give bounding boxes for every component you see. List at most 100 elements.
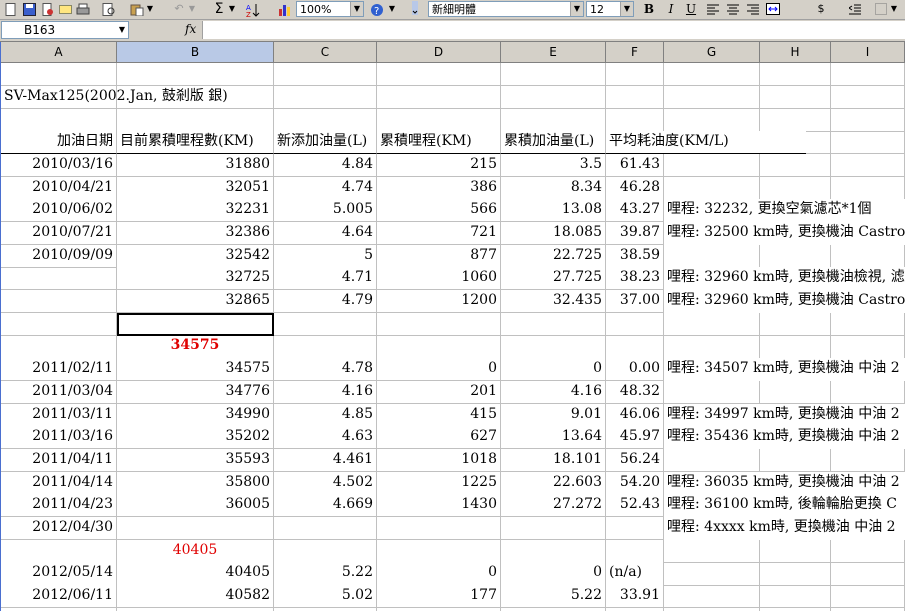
- decrease-indent-icon[interactable]: [846, 1, 864, 17]
- grid-cell[interactable]: [760, 85, 831, 109]
- grid-cell[interactable]: [606, 335, 664, 359]
- cell-km[interactable]: 1060: [377, 267, 501, 291]
- grid-cell[interactable]: [760, 153, 831, 177]
- cell-fuel[interactable]: 22.603: [501, 471, 606, 495]
- grid-cell[interactable]: [664, 85, 760, 109]
- cell-avg[interactable]: 52.43: [606, 494, 664, 518]
- grid-cell[interactable]: [760, 585, 831, 609]
- italic-button[interactable]: I: [662, 1, 680, 17]
- grid-cell[interactable]: [606, 85, 664, 109]
- cell-fuel[interactable]: 4.16: [501, 380, 606, 404]
- grid-cell[interactable]: [664, 176, 760, 200]
- grid-cell[interactable]: [831, 108, 905, 132]
- cell-date[interactable]: 2011/02/11: [1, 358, 117, 382]
- font-name-dropdown-icon[interactable]: ▼: [570, 2, 583, 16]
- cell-avg[interactable]: 33.91: [606, 585, 664, 609]
- column-title[interactable]: 累積加油量(L): [501, 131, 606, 155]
- cell-km[interactable]: 386: [377, 176, 501, 200]
- grid-cell[interactable]: [1, 63, 117, 87]
- align-center-icon[interactable]: [724, 1, 742, 17]
- cell-km[interactable]: 877: [377, 244, 501, 268]
- grid-cell[interactable]: [606, 539, 664, 563]
- grid-cell[interactable]: [1, 539, 117, 563]
- maintenance-note[interactable]: 哩程: 4xxxx km時, 更換機油 中油 2: [664, 517, 905, 541]
- font-size-dropdown-icon[interactable]: ▼: [620, 2, 633, 16]
- grid-cell[interactable]: [760, 562, 831, 586]
- column-header-e[interactable]: E: [501, 42, 606, 63]
- cell-avg[interactable]: 43.27: [606, 199, 664, 223]
- grid-cell[interactable]: [501, 312, 606, 336]
- merge-center-icon[interactable]: [764, 1, 782, 17]
- grid-cell[interactable]: [760, 244, 831, 268]
- cell-km[interactable]: 215: [377, 153, 501, 177]
- cell-fuel[interactable]: 22.725: [501, 244, 606, 268]
- maintenance-note[interactable]: 哩程: 35436 km時, 更換機油 中油 2: [664, 426, 905, 450]
- cell-odo[interactable]: 40405: [117, 562, 274, 586]
- maintenance-note[interactable]: 哩程: 32232, 更換空氣濾芯*1個: [664, 199, 905, 223]
- grid-cell[interactable]: [664, 448, 760, 473]
- undo-dropdown-icon[interactable]: ▼: [188, 1, 196, 17]
- cell-km[interactable]: 1225: [377, 471, 501, 495]
- cell-km[interactable]: 721: [377, 221, 501, 246]
- cell-km[interactable]: 1430: [377, 494, 501, 518]
- cell-add[interactable]: 5.22: [274, 562, 377, 586]
- column-title[interactable]: 累積哩程(KM): [377, 131, 501, 155]
- cell-avg[interactable]: 37.00: [606, 290, 664, 314]
- odometer-marker[interactable]: 34575: [117, 335, 274, 359]
- grid-cell[interactable]: [664, 153, 760, 177]
- cell-odo[interactable]: 32542: [117, 244, 274, 268]
- grid-cell[interactable]: [831, 448, 905, 473]
- cell-fuel[interactable]: 8.34: [501, 176, 606, 200]
- print-icon[interactable]: [74, 1, 92, 17]
- grid-cell[interactable]: [501, 108, 606, 132]
- grid-cell[interactable]: [664, 335, 760, 359]
- cell-fuel[interactable]: 0: [501, 562, 606, 586]
- grid-cell[interactable]: [274, 108, 377, 132]
- maintenance-note[interactable]: 哩程: 32960 km時, 更換機油檢視, 滤: [664, 267, 905, 291]
- cell-fuel[interactable]: 27.272: [501, 494, 606, 518]
- cell-avg[interactable]: 46.06: [606, 403, 664, 427]
- cell-avg[interactable]: 45.97: [606, 426, 664, 450]
- maintenance-note[interactable]: 哩程: 36035 km時, 更換機油 中油 2: [664, 471, 905, 495]
- cell-avg[interactable]: 0.00: [606, 358, 664, 382]
- grid-cell[interactable]: [1, 267, 117, 291]
- grid-cell[interactable]: [760, 539, 831, 563]
- borders-icon[interactable]: [872, 1, 890, 17]
- print-preview-icon[interactable]: [100, 1, 118, 17]
- cell-odo[interactable]: 36005: [117, 494, 274, 518]
- cell-odo[interactable]: 35800: [117, 471, 274, 495]
- cell-add[interactable]: 4.71: [274, 267, 377, 291]
- column-header-h[interactable]: H: [760, 42, 831, 63]
- grid-cell[interactable]: [831, 85, 905, 109]
- grid-cell[interactable]: [831, 562, 905, 586]
- column-header-i[interactable]: I: [831, 42, 905, 63]
- cell-avg[interactable]: 39.87: [606, 221, 664, 246]
- borders-dropdown-icon[interactable]: ▼: [890, 1, 898, 17]
- grid-cell[interactable]: [606, 63, 664, 87]
- cell-odo[interactable]: 32386: [117, 221, 274, 246]
- cell-odo[interactable]: 34575: [117, 358, 274, 382]
- grid-cell[interactable]: [664, 108, 760, 132]
- permission-icon[interactable]: [38, 1, 56, 17]
- grid-cell[interactable]: [606, 517, 664, 541]
- grid-cell[interactable]: [664, 244, 760, 268]
- cell-km[interactable]: 566: [377, 199, 501, 223]
- cell-odo[interactable]: 40582: [117, 585, 274, 609]
- cell-add[interactable]: 4.669: [274, 494, 377, 518]
- grid-cell[interactable]: [377, 539, 501, 563]
- cell-add[interactable]: 4.84: [274, 153, 377, 177]
- maintenance-note[interactable]: 哩程: 34507 km時, 更換機油 中油 2: [664, 358, 905, 382]
- cell-add[interactable]: 4.74: [274, 176, 377, 200]
- grid-cell[interactable]: [377, 517, 501, 541]
- cell-avg[interactable]: 38.23: [606, 267, 664, 291]
- cell-add[interactable]: 4.461: [274, 448, 377, 473]
- chart-wizard-icon[interactable]: [276, 1, 294, 17]
- grid-cell[interactable]: [117, 517, 274, 541]
- cell-avg[interactable]: 48.32: [606, 380, 664, 404]
- autosum-dropdown-icon[interactable]: ▼: [228, 1, 236, 17]
- grid-cell[interactable]: [117, 63, 274, 87]
- grid-cell[interactable]: [1, 108, 117, 132]
- cell-odo[interactable]: 34990: [117, 403, 274, 427]
- cell-date[interactable]: 2011/04/11: [1, 448, 117, 473]
- cell-fuel[interactable]: 3.5: [501, 153, 606, 177]
